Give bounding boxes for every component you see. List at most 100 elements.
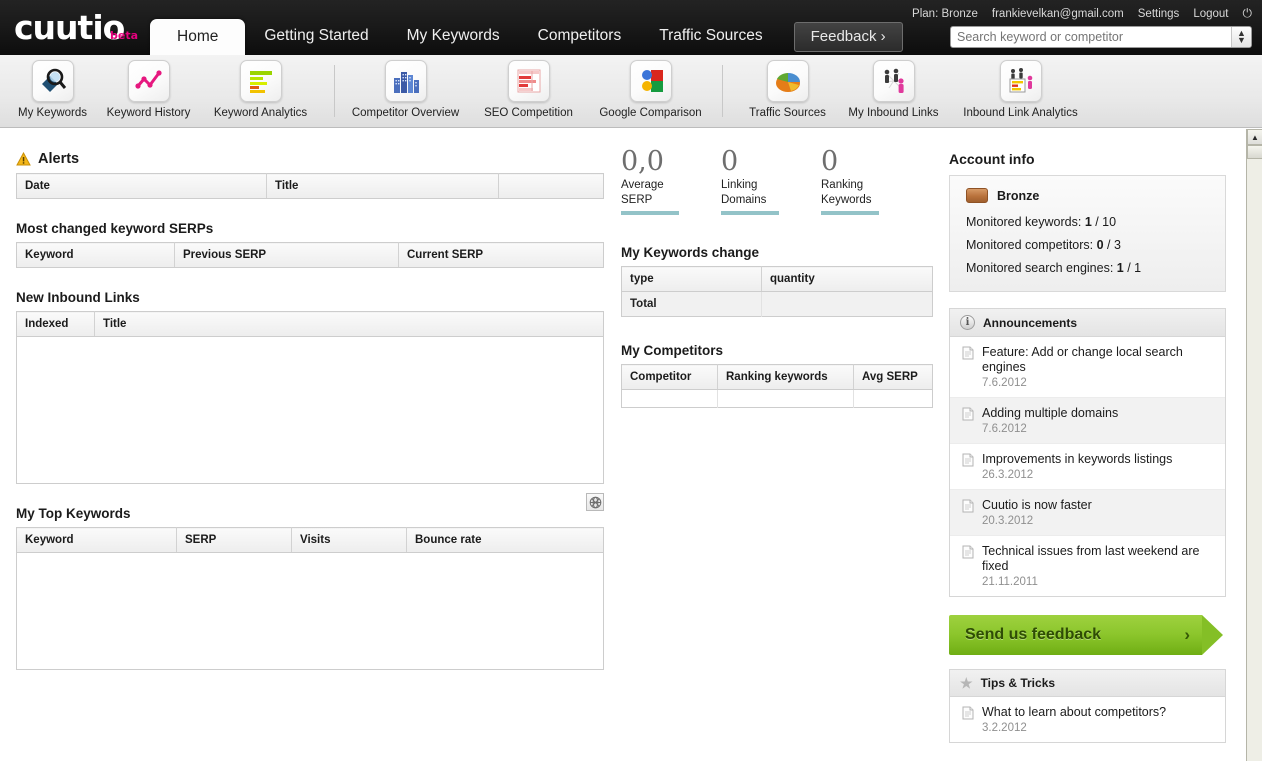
tool-my-inbound-links[interactable]: My Inbound Links bbox=[841, 60, 946, 119]
nav-item-competitors[interactable]: Competitors bbox=[519, 19, 641, 54]
top-keywords-block: My Top Keywords Keyword SERP Visits Boun… bbox=[16, 506, 604, 670]
tip-date: 3.2.2012 bbox=[982, 722, 1166, 734]
col-visits[interactable]: Visits bbox=[292, 528, 407, 553]
tool-inbound-link-analytics[interactable]: Inbound Link Analytics bbox=[968, 60, 1073, 119]
bar-list-icon bbox=[240, 60, 282, 102]
scroll-up-icon[interactable]: ▲ bbox=[1247, 129, 1262, 145]
search-stepper[interactable]: ▲ ▼ bbox=[1231, 27, 1251, 47]
tool-google-comparison[interactable]: Google Comparison bbox=[598, 60, 703, 119]
tool-my-keywords[interactable]: My Keywords bbox=[0, 60, 105, 119]
send-feedback-button[interactable]: Send us feedback › bbox=[949, 615, 1202, 655]
tips-list: What to learn about competitors? 3.2.201… bbox=[950, 697, 1225, 742]
stat-caption-line2: Keywords bbox=[821, 194, 921, 207]
feedback-nav-button[interactable]: Feedback › bbox=[794, 22, 903, 52]
col-competitor[interactable]: Competitor bbox=[622, 365, 718, 390]
list-item[interactable]: Technical issues from last weekend are f… bbox=[950, 536, 1225, 596]
tool-competitor-overview[interactable]: Competitor Overview bbox=[353, 60, 458, 119]
announcement-date: 20.3.2012 bbox=[982, 515, 1092, 527]
people-links-icon bbox=[873, 60, 915, 102]
tool-keyword-history[interactable]: Keyword History bbox=[96, 60, 201, 119]
col-type[interactable]: type bbox=[622, 267, 762, 292]
tool-traffic-sources[interactable]: Traffic Sources bbox=[735, 60, 840, 119]
table-header-row: Competitor Ranking keywords Avg SERP bbox=[622, 365, 933, 390]
app-logo[interactable]: cuutio beta bbox=[14, 8, 124, 47]
stat-value: 0,0 bbox=[621, 147, 721, 177]
info-icon: i bbox=[960, 315, 975, 330]
buildings-icon bbox=[385, 60, 427, 102]
col-title[interactable]: Title bbox=[95, 312, 604, 337]
monitored-competitors-limit: / 3 bbox=[1104, 238, 1121, 252]
globe-icon[interactable] bbox=[586, 493, 604, 511]
list-item[interactable]: Adding multiple domains 7.6.2012 bbox=[950, 398, 1225, 444]
star-icon: ★ bbox=[960, 676, 973, 690]
tool-seo-competition[interactable]: SEO Competition bbox=[476, 60, 581, 119]
monitored-engines-line: Monitored search engines: 1 / 1 bbox=[966, 261, 1209, 275]
right-column: Account info Bronze Monitored keywords: … bbox=[949, 151, 1226, 743]
table-header-row: Date Title bbox=[17, 174, 604, 199]
list-item[interactable]: Improvements in keywords listings 26.3.2… bbox=[950, 444, 1225, 490]
table-header-row: Keyword Previous SERP Current SERP bbox=[17, 243, 604, 268]
tool-label: Keyword History bbox=[107, 107, 191, 119]
col-blank[interactable] bbox=[499, 174, 604, 199]
nav-item-getting-started[interactable]: Getting Started bbox=[245, 19, 387, 54]
col-keyword[interactable]: Keyword bbox=[17, 243, 175, 268]
logout-link[interactable]: Logout bbox=[1193, 8, 1228, 20]
announcements-panel: i Announcements Feature: Add or change l… bbox=[949, 308, 1226, 597]
account-info-panel: Bronze Monitored keywords: 1 / 10 Monito… bbox=[949, 175, 1226, 292]
list-item[interactable]: What to learn about competitors? 3.2.201… bbox=[950, 697, 1225, 742]
my-competitors-block: My Competitors Competitor Ranking keywor… bbox=[621, 343, 933, 408]
nav-item-traffic-sources[interactable]: Traffic Sources bbox=[640, 19, 781, 54]
col-avg-serp[interactable]: Avg SERP bbox=[854, 365, 933, 390]
alerts-block: Alerts Date Title bbox=[16, 151, 604, 199]
col-ranking-keywords[interactable]: Ranking keywords bbox=[718, 365, 854, 390]
announcements-title: Announcements bbox=[983, 316, 1077, 330]
plan-badge-row: Bronze bbox=[966, 188, 1209, 203]
col-title[interactable]: Title bbox=[267, 174, 499, 199]
vertical-scrollbar[interactable]: ▲ bbox=[1246, 129, 1262, 761]
search-box[interactable]: ▲ ▼ bbox=[950, 26, 1252, 48]
announcements-list: Feature: Add or change local search engi… bbox=[950, 337, 1225, 596]
col-quantity[interactable]: quantity bbox=[762, 267, 933, 292]
icon-toolbar: My Keywords Keyword History Keyword Anal… bbox=[0, 55, 1262, 128]
col-keyword[interactable]: Keyword bbox=[17, 528, 177, 553]
account-email[interactable]: frankievelkan@gmail.com bbox=[992, 8, 1124, 20]
left-column: Alerts Date Title Most changed keyword S… bbox=[16, 151, 604, 692]
most-changed-table: Keyword Previous SERP Current SERP bbox=[16, 242, 604, 268]
settings-link[interactable]: Settings bbox=[1138, 8, 1180, 20]
middle-column: 0,0 Average SERP 0 Linking Domains 0 Ran… bbox=[621, 147, 933, 430]
nav-item-my-keywords[interactable]: My Keywords bbox=[388, 19, 519, 54]
toolbar-separator bbox=[722, 65, 723, 117]
scrollbar-thumb[interactable] bbox=[1247, 145, 1262, 159]
stat-underline bbox=[821, 211, 879, 215]
col-indexed[interactable]: Indexed bbox=[17, 312, 95, 337]
table-header-row: type quantity bbox=[622, 267, 933, 292]
col-current-serp[interactable]: Current SERP bbox=[399, 243, 604, 268]
tool-label: SEO Competition bbox=[484, 107, 573, 119]
keywords-change-table: type quantity Total bbox=[621, 266, 933, 317]
red-table-icon bbox=[508, 60, 550, 102]
top-keywords-title: My Top Keywords bbox=[16, 506, 604, 521]
magnifier-icon bbox=[32, 60, 74, 102]
col-previous-serp[interactable]: Previous SERP bbox=[175, 243, 399, 268]
search-input[interactable] bbox=[951, 27, 1231, 47]
line-chart-icon bbox=[128, 60, 170, 102]
col-bounce-rate[interactable]: Bounce rate bbox=[407, 528, 604, 553]
tool-label: My Inbound Links bbox=[848, 107, 938, 119]
document-icon bbox=[962, 545, 974, 588]
table-header-row: Keyword SERP Visits Bounce rate bbox=[17, 528, 604, 553]
list-item[interactable]: Cuutio is now faster 20.3.2012 bbox=[950, 490, 1225, 536]
announcement-text: Technical issues from last weekend are f… bbox=[982, 544, 1215, 574]
new-inbound-table: Indexed Title bbox=[16, 311, 604, 337]
list-item[interactable]: Feature: Add or change local search engi… bbox=[950, 337, 1225, 398]
monitored-keywords-label: Monitored keywords: bbox=[966, 215, 1085, 229]
tool-keyword-analytics[interactable]: Keyword Analytics bbox=[208, 60, 313, 119]
power-icon[interactable]: ⏻ bbox=[1243, 6, 1253, 21]
tips-title: Tips & Tricks bbox=[981, 676, 1055, 690]
new-inbound-title: New Inbound Links bbox=[16, 290, 604, 305]
account-info-title: Account info bbox=[949, 151, 1226, 167]
col-serp[interactable]: SERP bbox=[177, 528, 292, 553]
nav-item-home[interactable]: Home bbox=[150, 19, 245, 55]
col-date[interactable]: Date bbox=[17, 174, 267, 199]
stepper-down-icon[interactable]: ▼ bbox=[1237, 37, 1246, 44]
announcement-date: 7.6.2012 bbox=[982, 423, 1118, 435]
